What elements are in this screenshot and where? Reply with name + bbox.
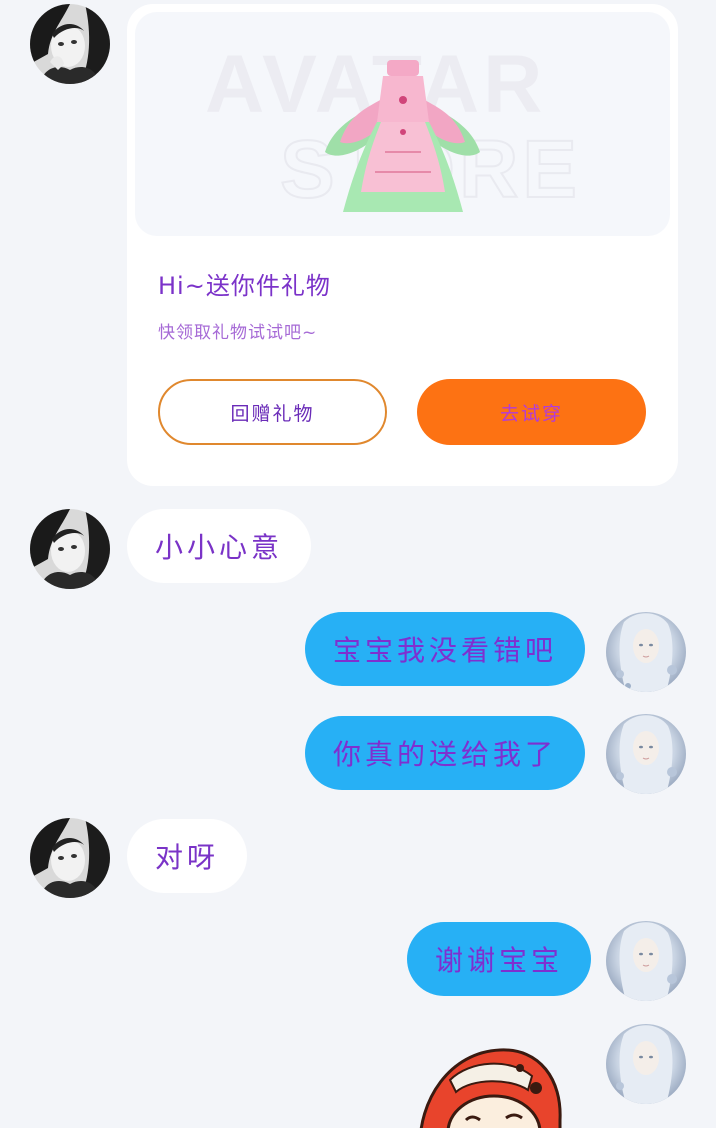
friend-avatar-icon xyxy=(30,509,110,589)
gift-card[interactable]: AVATAR STORE Hi~送你件礼物 快领取礼物试试吧~ 回赠礼物 去试穿 xyxy=(127,4,678,486)
message-bubble-outgoing[interactable]: 宝宝我没看错吧 xyxy=(305,612,586,686)
self-avatar-icon xyxy=(606,1024,686,1104)
self-avatar[interactable] xyxy=(606,714,686,794)
message-bubble-incoming[interactable]: 小小心意 xyxy=(127,509,312,583)
self-avatar-icon xyxy=(606,714,686,794)
friend-avatar[interactable] xyxy=(30,509,110,589)
self-avatar[interactable] xyxy=(606,1024,686,1104)
friend-avatar-icon xyxy=(30,818,110,898)
message-bubble-outgoing[interactable]: 谢谢宝宝 xyxy=(407,922,592,996)
message-bubble-incoming[interactable]: 对呀 xyxy=(127,819,248,893)
friend-avatar-icon xyxy=(30,4,110,84)
self-avatar-icon xyxy=(606,921,686,1001)
friend-avatar[interactable] xyxy=(30,818,110,898)
friend-avatar[interactable] xyxy=(30,4,110,84)
self-avatar[interactable] xyxy=(606,921,686,1001)
self-avatar-icon xyxy=(606,612,686,692)
cartoon-sticker[interactable] xyxy=(410,1040,570,1128)
gift-image: AVATAR STORE xyxy=(135,12,670,236)
gift-title: Hi~送你件礼物 xyxy=(158,272,331,300)
try-on-button[interactable]: 去试穿 xyxy=(417,379,646,445)
sticker-image-icon xyxy=(419,1048,562,1128)
self-avatar[interactable] xyxy=(606,612,686,692)
return-gift-button[interactable]: 回赠礼物 xyxy=(158,379,387,445)
message-bubble-outgoing[interactable]: 你真的送给我了 xyxy=(305,716,586,790)
gift-subtitle: 快领取礼物试试吧~ xyxy=(158,323,318,343)
dress-outfit-icon: AVATAR STORE xyxy=(205,39,578,216)
